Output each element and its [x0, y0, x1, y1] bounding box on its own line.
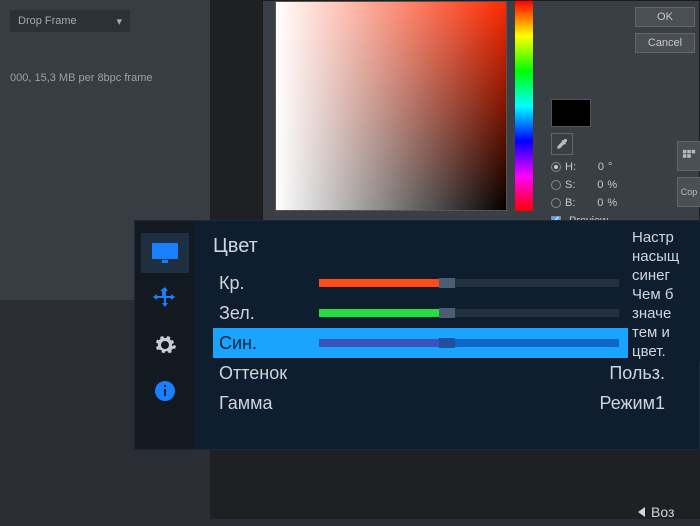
s-label: S:	[565, 179, 575, 191]
osd-body: Цвет Кр. 40 Зел. 40 Син. 40	[195, 221, 699, 449]
osd-back-label: Воз	[651, 504, 674, 520]
osd-nav-position[interactable]	[141, 279, 189, 319]
osd-nav	[135, 221, 195, 449]
color-gradient-field[interactable]	[275, 1, 507, 211]
chevron-down-icon: ▾	[116, 15, 122, 28]
drop-frame-select[interactable]: Drop Frame ▾	[10, 10, 130, 32]
osd-green-label: Зел.	[219, 303, 319, 324]
frame-info-text: 000, 15,3 MB per 8bpc frame	[10, 72, 200, 84]
ok-button[interactable]: OK	[635, 7, 695, 27]
osd-section-title: Цвет	[213, 235, 679, 258]
osd-row-blue[interactable]: Син. 40	[213, 328, 679, 358]
hue-slider[interactable]	[515, 1, 533, 211]
osd-nav-settings[interactable]	[141, 325, 189, 365]
osd-gamma-value: Режим1	[599, 393, 673, 414]
eyedropper-button[interactable]	[551, 133, 573, 155]
osd-row-green[interactable]: Зел. 40	[213, 298, 679, 328]
monitor-icon	[150, 241, 180, 265]
cancel-button[interactable]: Cancel	[635, 33, 695, 53]
left-triangle-icon	[638, 507, 645, 517]
osd-gamma-label: Гамма	[219, 393, 319, 414]
osd-back-hint[interactable]: Воз	[638, 498, 696, 526]
osd-row-tint[interactable]: Оттенок Польз.	[213, 358, 679, 388]
drop-frame-label: Drop Frame	[18, 15, 77, 27]
osd-green-slider[interactable]	[319, 309, 619, 317]
arrows-icon	[152, 286, 178, 312]
osd-row-red[interactable]: Кр. 40	[213, 268, 679, 298]
current-color-swatch	[551, 99, 591, 127]
osd-red-slider[interactable]	[319, 279, 619, 287]
gear-icon	[153, 333, 177, 357]
bval-label: B:	[565, 197, 575, 209]
h-label: H:	[565, 161, 576, 173]
osd-help-panel: Настр насыщ синег Чем б значе тем и цвет…	[628, 222, 700, 362]
s-value[interactable]: 0	[579, 179, 603, 191]
color-picker-dialog: OK Cancel H:0° S:0% B:0% Preview R:0 G:0…	[262, 0, 700, 230]
bval-value[interactable]: 0	[579, 197, 603, 209]
copy-color-button[interactable]: Cop	[677, 177, 700, 207]
osd-row-gamma[interactable]: Гамма Режим1	[213, 388, 679, 418]
swatches-icon	[682, 149, 696, 163]
monitor-osd-menu: Цвет Кр. 40 Зел. 40 Син. 40	[134, 220, 700, 450]
h-radio[interactable]	[551, 162, 561, 172]
swatches-button[interactable]	[677, 141, 700, 171]
osd-blue-slider[interactable]	[319, 339, 619, 347]
osd-nav-display[interactable]	[141, 233, 189, 273]
info-icon	[154, 380, 176, 402]
eyedropper-icon	[555, 137, 569, 151]
h-value[interactable]: 0	[580, 161, 604, 173]
bval-radio[interactable]	[551, 198, 561, 208]
osd-tint-label: Оттенок	[219, 363, 319, 384]
osd-blue-label: Син.	[219, 333, 319, 354]
osd-red-label: Кр.	[219, 273, 319, 294]
osd-tint-value: Польз.	[609, 363, 673, 384]
s-radio[interactable]	[551, 180, 561, 190]
osd-nav-info[interactable]	[141, 371, 189, 411]
